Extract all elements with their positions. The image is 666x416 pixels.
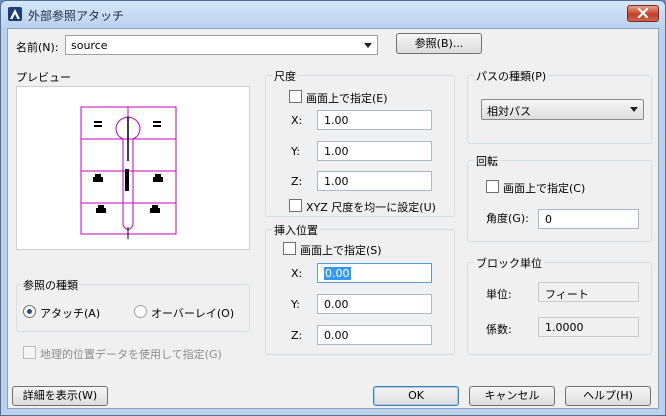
- rotation-title: 回転: [474, 153, 500, 169]
- overlay-radio[interactable]: [134, 305, 147, 318]
- scale-x-input[interactable]: 1.00: [317, 110, 432, 130]
- insertion-x-label: X:: [291, 267, 303, 280]
- rotation-group: [467, 160, 652, 242]
- preview-canvas: [16, 86, 250, 250]
- close-icon: [637, 7, 649, 19]
- browse-button[interactable]: 参照(B)...: [396, 33, 482, 54]
- overlay-label[interactable]: オーバーレイ(O): [151, 305, 234, 321]
- path-type-combo[interactable]: 相対パス: [481, 99, 644, 120]
- title-bar[interactable]: 外部参照アタッチ: [1, 1, 665, 28]
- ok-button[interactable]: OK: [373, 386, 459, 406]
- insertion-title: 挿入位置: [272, 222, 320, 238]
- name-value: source: [71, 39, 108, 52]
- insertion-onscreen-label[interactable]: 画面上で指定(S): [300, 242, 382, 258]
- geo-checkbox[interactable]: [23, 346, 36, 359]
- reference-type-title: 参照の種類: [21, 277, 80, 293]
- preview-title: プレビュー: [16, 71, 71, 84]
- path-type-title: パスの種類(P): [474, 68, 549, 84]
- attach-radio[interactable]: [23, 305, 36, 318]
- close-button[interactable]: [627, 5, 659, 22]
- angle-label: 角度(G):: [486, 212, 529, 225]
- autocad-app-icon: [8, 7, 22, 21]
- name-combo[interactable]: source: [65, 35, 378, 55]
- window-title: 外部参照アタッチ: [28, 9, 125, 23]
- scale-z-input[interactable]: 1.00: [317, 171, 432, 191]
- scale-x-value: 1.00: [324, 114, 349, 127]
- scale-z-label: Z:: [291, 175, 303, 188]
- help-button[interactable]: ヘルプ(H): [565, 386, 651, 406]
- show-details-button[interactable]: 詳細を表示(W): [12, 386, 108, 406]
- scale-y-value: 1.00: [324, 145, 349, 158]
- chevron-down-icon: [364, 43, 372, 48]
- insertion-y-input[interactable]: 0.00: [317, 294, 432, 314]
- angle-value: 0: [545, 213, 552, 226]
- unit-label: 単位:: [486, 288, 512, 301]
- insertion-z-value: 0.00: [324, 329, 349, 342]
- scale-onscreen-label[interactable]: 画面上で指定(E): [306, 90, 388, 106]
- scale-title: 尺度: [272, 68, 298, 84]
- insertion-x-value: 0.00: [324, 267, 351, 280]
- scale-onscreen-checkbox[interactable]: [289, 90, 302, 103]
- block-unit-title: ブロック単位: [474, 255, 544, 271]
- insertion-z-input[interactable]: 0.00: [317, 325, 432, 345]
- factor-label: 係数:: [486, 323, 512, 336]
- insertion-z-label: Z:: [291, 329, 303, 342]
- dialog-body: 名前(N): source 参照(B)... プレビュー 参照の種類 アタッチ(…: [7, 28, 659, 409]
- radio-dot: [27, 309, 32, 314]
- angle-input[interactable]: 0: [538, 209, 639, 229]
- path-type-value: 相対パス: [487, 105, 531, 118]
- uniform-scale-checkbox[interactable]: [289, 199, 302, 212]
- chevron-down-icon: [630, 107, 638, 112]
- xref-attach-dialog: 外部参照アタッチ 名前(N): source 参照(B)... プレビュー 参照…: [0, 0, 666, 416]
- unit-value: フィート: [545, 288, 589, 301]
- name-label: 名前(N):: [16, 41, 59, 54]
- cancel-button[interactable]: キャンセル: [469, 386, 555, 406]
- block-preview-drawing: [80, 106, 177, 239]
- scale-y-input[interactable]: 1.00: [317, 141, 432, 161]
- insertion-y-value: 0.00: [324, 298, 349, 311]
- factor-value: 1.0000: [545, 321, 584, 334]
- rotation-onscreen-checkbox[interactable]: [486, 180, 499, 193]
- scale-x-label: X:: [291, 114, 303, 127]
- unit-field: フィート: [538, 282, 639, 302]
- scale-z-value: 1.00: [324, 175, 349, 188]
- block-unit-group: [467, 262, 652, 355]
- attach-label[interactable]: アタッチ(A): [40, 305, 100, 321]
- uniform-scale-label[interactable]: XYZ 尺度を均一に設定(U): [306, 199, 436, 215]
- factor-field: 1.0000: [538, 317, 639, 337]
- insertion-y-label: Y:: [291, 298, 300, 311]
- geo-checkbox-label: 地理的位置データを使用して指定(G): [40, 348, 222, 361]
- scale-y-label: Y:: [291, 145, 300, 158]
- rotation-onscreen-label[interactable]: 画面上で指定(C): [503, 180, 585, 196]
- insertion-x-input[interactable]: 0.00: [317, 263, 432, 283]
- insertion-onscreen-checkbox[interactable]: [283, 242, 296, 255]
